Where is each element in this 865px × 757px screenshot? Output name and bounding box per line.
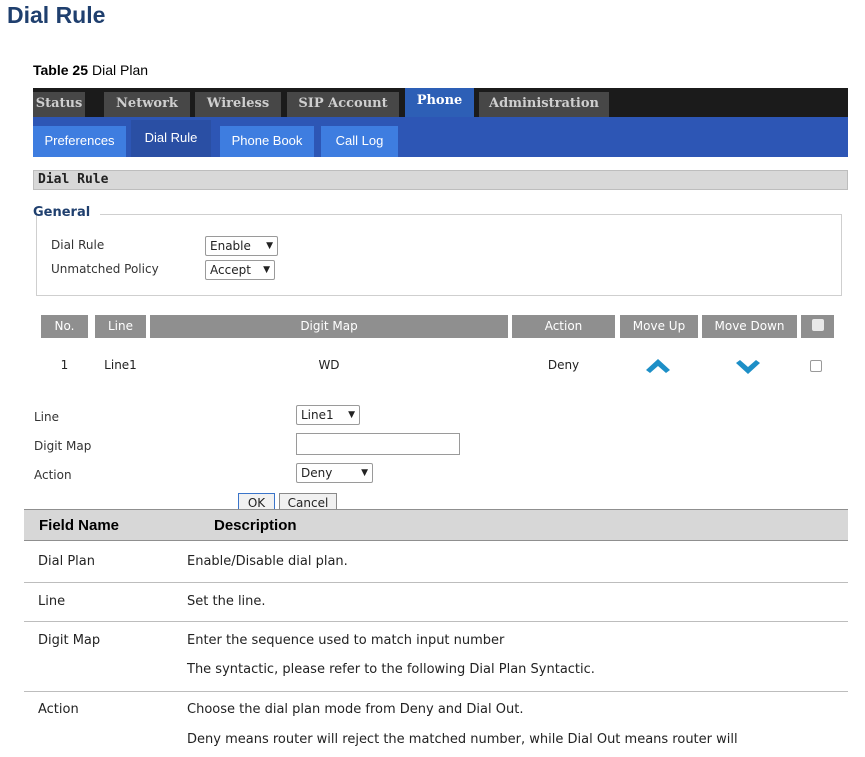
row-divider xyxy=(24,582,848,583)
triangle-down-icon: ▼ xyxy=(348,410,355,420)
unmatched-policy-select-value: Accept xyxy=(210,263,251,277)
tab-administration[interactable]: Administration xyxy=(479,92,609,117)
header-action: Action xyxy=(512,315,615,338)
sub-nav-bar: Preferences Dial Rule Phone Book Call Lo… xyxy=(33,117,848,157)
header-description: Description xyxy=(214,517,297,534)
general-fieldset xyxy=(36,214,842,296)
subtab-call-log[interactable]: Call Log xyxy=(321,126,398,157)
digit-map-label: Digit Map xyxy=(34,439,92,453)
desc-field-dial-plan: Dial Plan xyxy=(38,554,95,569)
tab-phone[interactable]: Phone xyxy=(405,88,474,117)
triangle-down-icon: ▼ xyxy=(263,265,270,275)
header-no: No. xyxy=(41,315,88,338)
top-nav-bar: Status Network Wireless SIP Account Phon… xyxy=(33,88,848,117)
line-select[interactable]: Line1 ▼ xyxy=(296,405,360,425)
desc-text-dial-plan: Enable/Disable dial plan. xyxy=(187,554,348,569)
triangle-down-icon: ▼ xyxy=(361,468,368,478)
header-move-up: Move Up xyxy=(620,315,698,338)
desc-field-digit-map: Digit Map xyxy=(38,633,101,648)
subtab-preferences[interactable]: Preferences xyxy=(33,126,126,157)
dial-rule-select[interactable]: Enable ▼ xyxy=(205,236,278,256)
header-line: Line xyxy=(95,315,146,338)
subtab-phone-book[interactable]: Phone Book xyxy=(220,126,314,157)
section-title-bar: Dial Rule xyxy=(33,170,848,190)
chevron-down-icon xyxy=(736,360,760,374)
header-select-all xyxy=(801,315,834,338)
row-no: 1 xyxy=(60,358,69,372)
table-caption-number: Table 25 xyxy=(33,62,88,78)
dial-rule-label: Dial Rule xyxy=(51,238,105,252)
action-select-value: Deny xyxy=(301,466,333,480)
row-divider xyxy=(24,621,848,622)
row-divider xyxy=(24,691,848,692)
row-digit-map: WD xyxy=(318,358,340,372)
row-action: Deny xyxy=(547,358,580,372)
page-title: Dial Rule xyxy=(7,2,106,28)
digit-map-input[interactable] xyxy=(296,433,460,455)
table-caption: Table 25 Dial Plan xyxy=(33,62,148,78)
header-move-down: Move Down xyxy=(702,315,797,338)
triangle-down-icon: ▼ xyxy=(266,241,273,251)
select-all-checkbox[interactable] xyxy=(812,319,824,331)
general-legend: General xyxy=(33,205,91,220)
desc-field-action: Action xyxy=(38,702,79,717)
unmatched-policy-label: Unmatched Policy xyxy=(51,262,159,276)
action-label: Action xyxy=(34,468,72,482)
desc-text-action-2: Deny means router will reject the matche… xyxy=(187,732,738,747)
subtab-dial-rule[interactable]: Dial Rule xyxy=(131,120,211,157)
action-select[interactable]: Deny ▼ xyxy=(296,463,373,483)
tab-sip-account[interactable]: SIP Account xyxy=(287,92,399,117)
line-select-value: Line1 xyxy=(301,408,334,422)
tab-status[interactable]: Status xyxy=(33,92,85,117)
header-digit-map: Digit Map xyxy=(150,315,508,338)
unmatched-policy-select[interactable]: Accept ▼ xyxy=(205,260,275,280)
desc-text-digit-map-2: The syntactic, please refer to the follo… xyxy=(187,662,595,677)
tab-network[interactable]: Network xyxy=(104,92,190,117)
tab-wireless[interactable]: Wireless xyxy=(195,92,281,117)
row-checkbox[interactable] xyxy=(810,360,822,372)
desc-text-line: Set the line. xyxy=(187,594,266,609)
desc-text-action-1: Choose the dial plan mode from Deny and … xyxy=(187,702,524,717)
header-field-name: Field Name xyxy=(39,517,120,534)
desc-text-digit-map-1: Enter the sequence used to match input n… xyxy=(187,633,505,648)
table-caption-title: Dial Plan xyxy=(92,62,149,78)
chevron-up-icon xyxy=(646,359,670,373)
row-line: Line1 xyxy=(104,358,137,372)
move-up-button[interactable] xyxy=(645,357,671,375)
line-label: Line xyxy=(34,410,60,424)
desc-field-line: Line xyxy=(38,594,66,609)
move-down-button[interactable] xyxy=(735,358,761,376)
dial-rule-select-value: Enable xyxy=(210,239,251,253)
description-table-header: Field Name Description xyxy=(24,509,848,541)
